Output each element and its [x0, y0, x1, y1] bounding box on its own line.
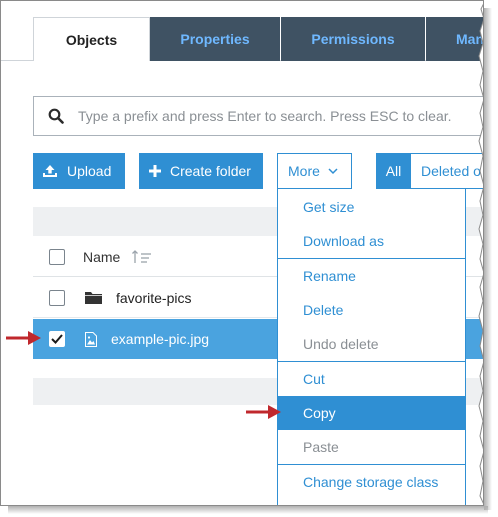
name-column-header[interactable]: Name	[83, 249, 120, 265]
create-folder-label: Create folder	[170, 163, 251, 179]
annotation-arrow	[6, 331, 41, 345]
tab-permissions[interactable]: Permissions	[281, 17, 425, 61]
folder-icon	[85, 291, 102, 304]
filter-all-label: All	[385, 163, 402, 179]
row-name[interactable]: favorite-pics	[116, 290, 191, 306]
menu-item-label: Cut	[303, 371, 325, 387]
menu-item-rename[interactable]: Rename	[278, 259, 465, 293]
menu-item-copy[interactable]: Copy	[278, 396, 465, 430]
menu-item-download-as[interactable]: Download as	[278, 224, 465, 258]
tab-objects[interactable]: Objects	[33, 17, 150, 61]
chevron-down-icon	[328, 167, 338, 175]
search-input[interactable]	[78, 108, 478, 124]
tab-properties-label: Properties	[180, 31, 250, 47]
menu-item-label: Copy	[303, 405, 336, 421]
menu-item-delete[interactable]: Delete	[278, 293, 465, 327]
annotation-arrow	[246, 405, 281, 419]
row-checkbox[interactable]	[49, 289, 65, 306]
menu-item-paste: Paste	[278, 430, 465, 464]
image-file-icon	[85, 331, 97, 347]
tab-permissions-label: Permissions	[311, 31, 395, 47]
upload-label: Upload	[67, 163, 112, 179]
checkmark-icon	[51, 334, 63, 344]
menu-item-cut[interactable]: Cut	[278, 362, 465, 396]
menu-item-label: Download as	[303, 233, 384, 249]
search-icon	[34, 108, 78, 124]
tab-properties[interactable]: Properties	[150, 17, 280, 61]
frame-shadow-bottom	[8, 506, 488, 514]
upload-icon	[42, 164, 58, 178]
tab-objects-label: Objects	[65, 31, 118, 48]
more-label: More	[288, 163, 320, 179]
frame-shadow-right	[484, 8, 492, 510]
upload-button[interactable]: Upload	[33, 153, 125, 189]
menu-item-label: Undo delete	[303, 336, 379, 352]
menu-item-label: Delete	[303, 302, 344, 318]
menu-item-label: Get size	[303, 199, 355, 215]
more-dropdown-button[interactable]: More	[277, 153, 352, 189]
menu-item-get-size[interactable]: Get size	[278, 190, 465, 224]
filter-deleted-button[interactable]: Deleted o	[411, 153, 483, 189]
tab-bar: Objects Properties Permissions Man	[1, 1, 483, 61]
torn-edge	[478, 3, 483, 504]
menu-item-label: Rename	[303, 268, 356, 284]
filter-all-button[interactable]: All	[376, 153, 411, 189]
create-folder-button[interactable]: Create folder	[139, 153, 263, 189]
sort-icon[interactable]	[132, 249, 152, 264]
screenshot-frame: Objects Properties Permissions Man Uploa…	[0, 0, 484, 506]
row-name[interactable]: example-pic.jpg	[111, 331, 209, 347]
row-checkbox-checked[interactable]	[49, 331, 65, 347]
filter-deleted-label: Deleted o	[421, 163, 481, 179]
menu-item-label: Paste	[303, 439, 339, 455]
select-all-checkbox[interactable]	[49, 248, 65, 265]
menu-item-undo-delete: Undo delete	[278, 327, 465, 361]
search-box[interactable]	[33, 96, 483, 136]
plus-icon	[149, 165, 161, 177]
menu-item-label: Change storage class	[303, 474, 439, 490]
menu-item-change-storage-class[interactable]: Change storage class	[278, 465, 465, 499]
more-dropdown-menu: Get size Download as Rename Delete Undo …	[277, 189, 466, 505]
